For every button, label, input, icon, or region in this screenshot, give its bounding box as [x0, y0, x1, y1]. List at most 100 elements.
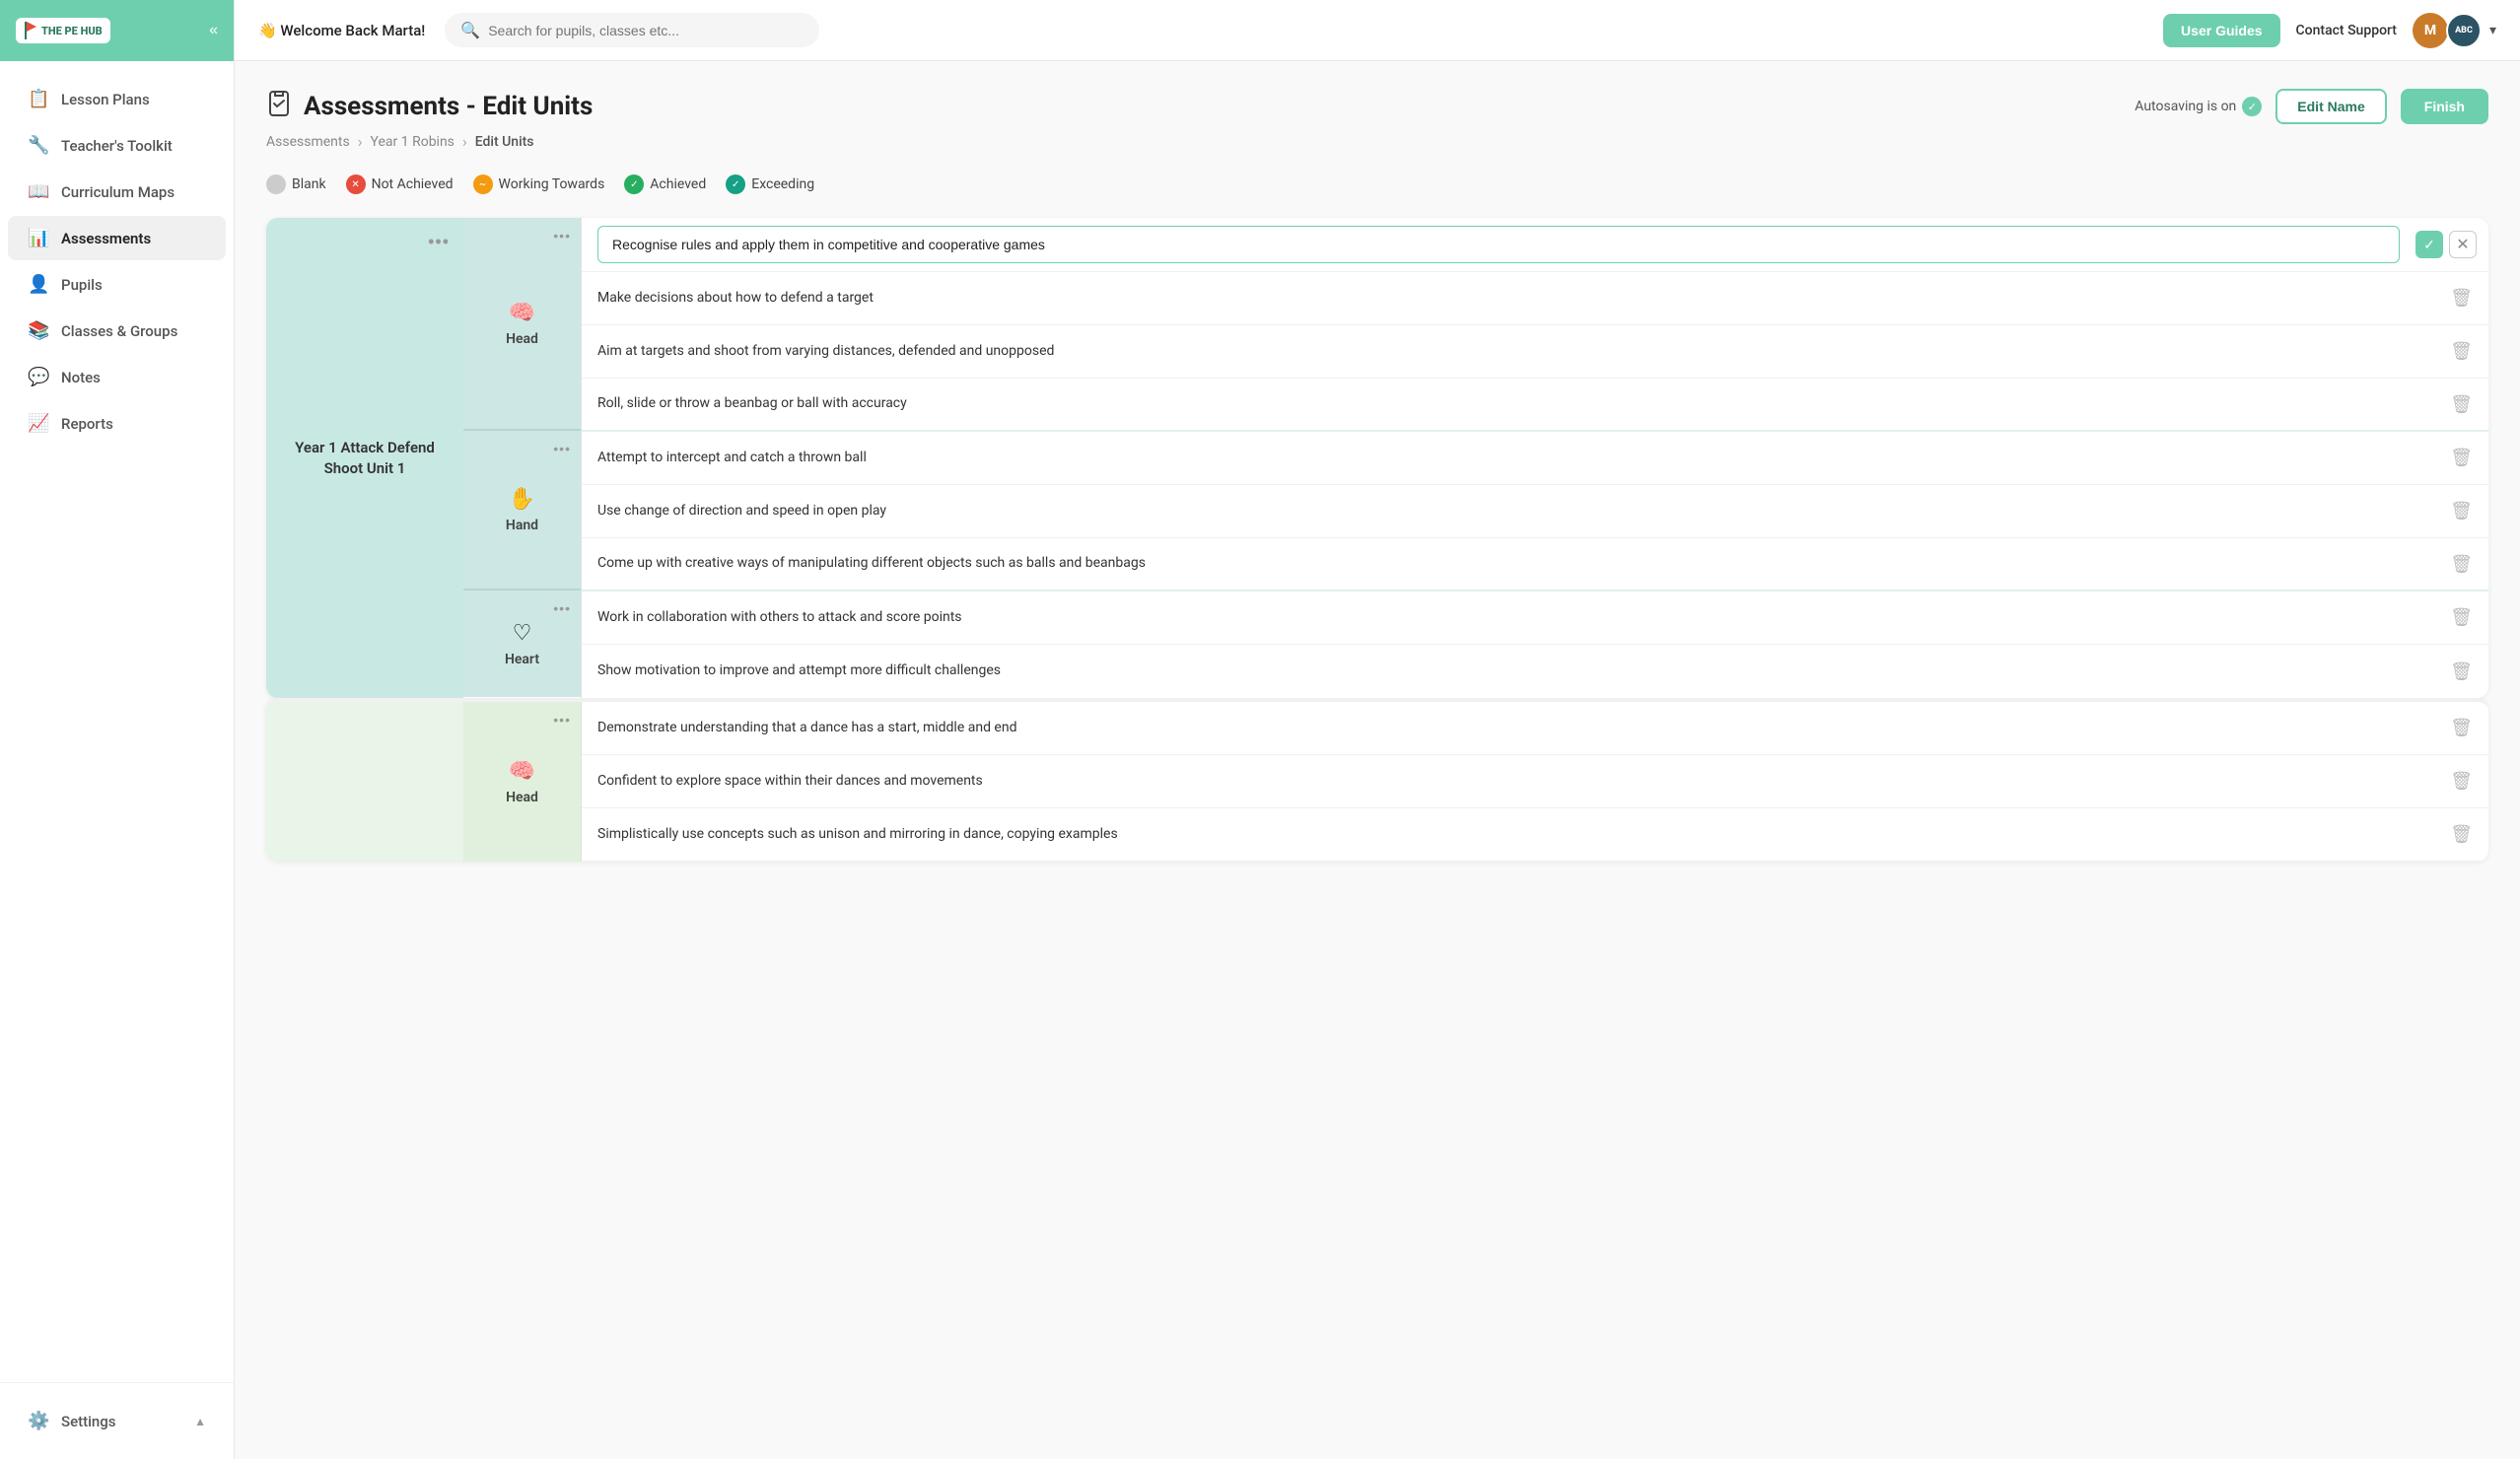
criteria-row-5: Attempt to intercept and catch a thrown …	[582, 432, 2488, 485]
pupils-icon: 👤	[28, 274, 49, 295]
criteria-row-2: Make decisions about how to defend a tar…	[582, 272, 2488, 325]
page-content: Assessments - Edit Units Autosaving is o…	[235, 61, 2520, 1459]
edit-name-button[interactable]: Edit Name	[2275, 89, 2386, 124]
sidebar-item-lesson-plans[interactable]: 📋 Lesson Plans	[8, 77, 226, 121]
criteria-delete-button-6[interactable]: 🗑	[2446, 493, 2488, 529]
criteria-row-1: ✓ ✕	[582, 218, 2488, 272]
legend-label-exceeding: Exceeding	[751, 176, 814, 192]
lesson-plans-icon: 📋	[28, 89, 49, 109]
sidebar-label-reports: Reports	[61, 415, 113, 433]
sidebar-item-curriculum-maps[interactable]: 📖 Curriculum Maps	[8, 170, 226, 214]
sidebar-label-classes-groups: Classes & Groups	[61, 322, 177, 340]
sidebar-item-assessments[interactable]: 📊 Assessments	[8, 216, 226, 260]
section-head-menu-button[interactable]: •••	[553, 228, 571, 243]
autosave-indicator: Autosaving is on ✓	[2135, 97, 2262, 116]
contact-support-link[interactable]: Contact Support	[2296, 23, 2397, 38]
unit-column: ••• Year 1 Attack Defend Shoot Unit 1	[266, 218, 463, 698]
criteria-row-7: Come up with creative ways of manipulati…	[582, 538, 2488, 591]
criteria-input-1[interactable]	[597, 226, 2400, 263]
assessment-grid: ••• Year 1 Attack Defend Shoot Unit 1 ••…	[266, 218, 2488, 698]
school-badge: ABC	[2446, 13, 2482, 48]
head-section-label: Head	[506, 331, 538, 347]
section-heart: ••• ♡ Heart	[463, 591, 581, 697]
curriculum-maps-icon: 📖	[28, 181, 49, 202]
search-input[interactable]	[488, 23, 804, 38]
unit-menu-button[interactable]: •••	[428, 232, 450, 252]
sidebar-item-teachers-toolkit[interactable]: 🔧 Teacher's Toolkit	[8, 123, 226, 168]
criteria-delete-button-3[interactable]: 🗑	[2446, 333, 2488, 370]
criteria-cancel-button-1[interactable]: ✕	[2449, 231, 2477, 258]
criteria-delete-button-4[interactable]: 🗑	[2446, 386, 2488, 423]
section-head2-menu-button[interactable]: •••	[553, 712, 571, 728]
grid-body-2: ••• 🧠 Head Demonstrate understanding tha…	[463, 702, 2488, 862]
sidebar-label-assessments: Assessments	[61, 230, 151, 247]
collapse-button[interactable]: «	[209, 22, 218, 39]
head2-section-label: Head	[506, 790, 538, 805]
main-content: 👋 Welcome Back Marta! 🔍 User Guides Cont…	[235, 0, 2520, 1459]
legend-dot-working-towards: ~	[473, 174, 493, 194]
sidebar-item-classes-groups[interactable]: 📚 Classes & Groups	[8, 309, 226, 353]
sidebar-logo: THE PE HUB «	[0, 0, 234, 61]
legend-label-achieved: Achieved	[650, 176, 706, 192]
criteria-row-11: Confident to explore space within their …	[582, 755, 2488, 808]
criteria-row-6: Use change of direction and speed in ope…	[582, 485, 2488, 538]
heart-section-label: Heart	[505, 652, 539, 667]
hand-section-icon: ✋	[509, 487, 535, 512]
section-heart-menu-button[interactable]: •••	[553, 600, 571, 616]
criteria-row-12: Simplistically use concepts such as unis…	[582, 808, 2488, 862]
sidebar-item-settings[interactable]: ⚙️ Settings ▲	[8, 1399, 226, 1443]
legend-item-not-achieved: ✕ Not Achieved	[346, 174, 454, 194]
criteria-confirm-button-1[interactable]: ✓	[2415, 231, 2443, 258]
criteria-delete-button-11[interactable]: 🗑	[2446, 763, 2488, 799]
breadcrumb-sep-2: ›	[462, 132, 467, 151]
sidebar-label-teachers-toolkit: Teacher's Toolkit	[61, 137, 173, 155]
criteria-delete-button-10[interactable]: 🗑	[2446, 710, 2488, 746]
head2-section-icon: 🧠	[509, 759, 535, 784]
criteria-delete-button-5[interactable]: 🗑	[2446, 440, 2488, 476]
criteria-delete-button-2[interactable]: 🗑	[2446, 280, 2488, 316]
avatar: M	[2413, 13, 2448, 48]
section-hand: ••• ✋ Hand	[463, 431, 581, 591]
criteria-text-6: Use change of direction and speed in ope…	[582, 486, 2446, 537]
legend-item-working-towards: ~ Working Towards	[473, 174, 605, 194]
criteria-text-7: Come up with creative ways of manipulati…	[582, 538, 2446, 590]
user-avatar-area[interactable]: M ABC ▾	[2413, 13, 2496, 48]
autosave-check-icon: ✓	[2242, 97, 2262, 116]
sidebar-label-pupils: Pupils	[61, 276, 103, 294]
criteria-delete-button-9[interactable]: 🗑	[2446, 654, 2488, 690]
criteria-text-2: Make decisions about how to defend a tar…	[582, 273, 2446, 324]
classes-groups-icon: 📚	[28, 320, 49, 341]
avatar-initials: M	[2424, 23, 2436, 38]
head-section-icon: 🧠	[509, 301, 535, 325]
assessments-icon: 📊	[28, 228, 49, 248]
breadcrumb-current: Edit Units	[475, 134, 534, 150]
legend-label-blank: Blank	[292, 176, 326, 192]
sidebar-label-settings: Settings	[61, 1413, 116, 1430]
sidebar-item-notes[interactable]: 💬 Notes	[8, 355, 226, 399]
section-hand-menu-button[interactable]: •••	[553, 441, 571, 456]
criteria-input-area-1	[582, 218, 2415, 271]
legend-item-exceeding: ✓ Exceeding	[726, 174, 814, 194]
finish-button[interactable]: Finish	[2401, 89, 2488, 124]
criteria-delete-button-8[interactable]: 🗑	[2446, 599, 2488, 636]
criteria-text-10: Demonstrate understanding that a dance h…	[582, 703, 2446, 754]
criteria-actions-1: ✓ ✕	[2415, 231, 2488, 258]
page-header: Assessments - Edit Units Autosaving is o…	[266, 89, 2488, 124]
page-header-actions: Autosaving is on ✓ Edit Name Finish	[2135, 89, 2488, 124]
search-icon: 🔍	[460, 21, 480, 39]
criteria-row-8: Work in collaboration with others to att…	[582, 591, 2488, 645]
sections-and-criteria: ••• 🧠 Head ••• ✋ Hand •••	[463, 218, 2488, 698]
sidebar: THE PE HUB « 📋 Lesson Plans 🔧 Teacher's …	[0, 0, 235, 1459]
breadcrumb-level2[interactable]: Year 1 Robins	[371, 134, 455, 150]
criteria-delete-button-12[interactable]: 🗑	[2446, 816, 2488, 853]
page-title-icon	[266, 90, 292, 123]
sidebar-item-reports[interactable]: 📈 Reports	[8, 401, 226, 446]
breadcrumb-root[interactable]: Assessments	[266, 134, 350, 150]
autosave-label: Autosaving is on	[2135, 99, 2236, 114]
sidebar-item-pupils[interactable]: 👤 Pupils	[8, 262, 226, 307]
criteria-text-3: Aim at targets and shoot from varying di…	[582, 326, 2446, 378]
section-labels-col: ••• 🧠 Head ••• ✋ Hand •••	[463, 218, 582, 698]
user-guides-button[interactable]: User Guides	[2163, 14, 2279, 47]
criteria-delete-button-7[interactable]: 🗑	[2446, 546, 2488, 583]
search-bar[interactable]: 🔍	[445, 13, 819, 47]
